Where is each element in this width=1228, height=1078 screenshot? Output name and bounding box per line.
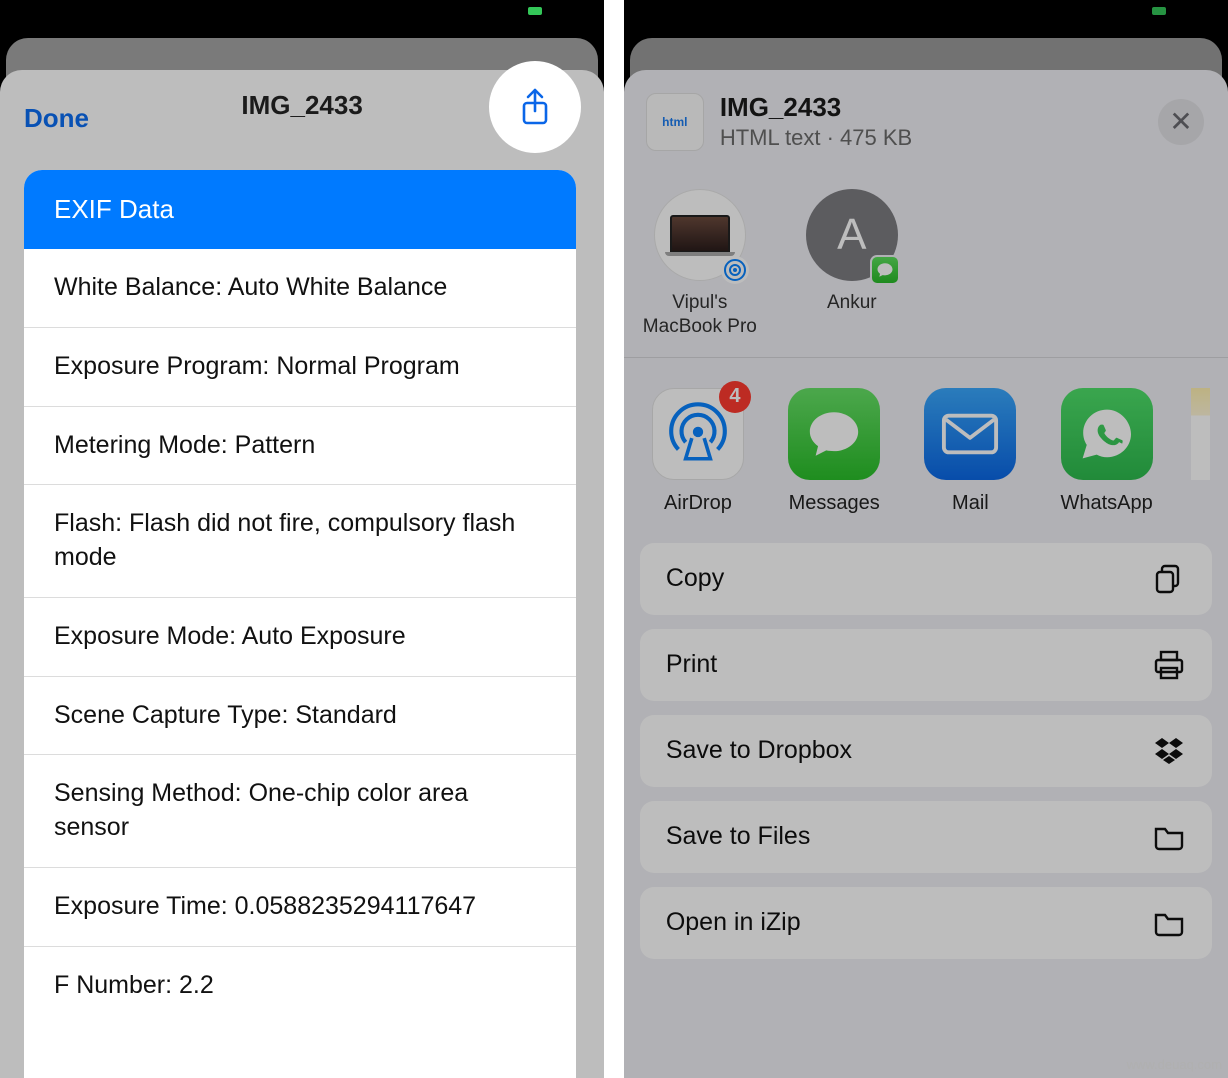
app-messages[interactable]: Messages — [782, 388, 886, 515]
action-label: Save to Files — [666, 822, 811, 851]
detail-sheet: Done IMG_2433 EXIF Data White Balance: A — [0, 70, 604, 1078]
whatsapp-icon — [1061, 388, 1153, 480]
done-button[interactable]: Done — [24, 103, 89, 134]
airdrop-badge-icon — [721, 256, 749, 284]
status-indicator — [528, 7, 542, 15]
left-screenshot: Done IMG_2433 EXIF Data White Balance: A — [0, 0, 604, 1078]
file-subtitle: HTML text · 475 KB — [720, 125, 1158, 151]
copy-icon — [1152, 562, 1186, 596]
exif-panel: EXIF Data White Balance: Auto White Bala… — [24, 170, 576, 1078]
messages-badge-icon — [870, 255, 900, 285]
right-screenshot: html IMG_2433 HTML text · 475 KB ✕ — [624, 0, 1228, 1078]
contact-avatar: A — [806, 189, 898, 281]
watermark: www.deuaq.com — [1127, 1057, 1222, 1072]
exif-row: Scene Capture Type: Standard — [24, 677, 576, 756]
share-sheet: html IMG_2433 HTML text · 475 KB ✕ — [624, 70, 1228, 1078]
action-print[interactable]: Print — [640, 629, 1212, 701]
exif-row: Sensing Method: One-chip color area sens… — [24, 755, 576, 868]
action-label: Copy — [666, 564, 724, 593]
status-bar — [0, 0, 604, 24]
file-thumbnail: html — [646, 93, 704, 151]
app-whatsapp[interactable]: WhatsApp — [1054, 388, 1158, 515]
share-apps: 4 AirDrop Messages — [624, 358, 1228, 529]
airdrop-target-mac[interactable]: Vipul's MacBook Pro — [642, 189, 758, 339]
action-label: Open in iZip — [666, 908, 801, 937]
airdrop-target-label: Vipul's MacBook Pro — [643, 291, 757, 339]
mail-icon — [924, 388, 1016, 480]
action-open-izip[interactable]: Open in iZip — [640, 887, 1212, 959]
notification-badge: 4 — [719, 381, 751, 413]
app-airdrop[interactable]: 4 AirDrop — [646, 388, 750, 515]
app-label: Messages — [789, 492, 880, 515]
dropbox-icon — [1152, 734, 1186, 768]
airdrop-icon: 4 — [652, 388, 744, 480]
folder-icon — [1152, 906, 1186, 940]
messages-icon — [788, 388, 880, 480]
close-button[interactable]: ✕ — [1158, 99, 1204, 145]
app-label: AirDrop — [664, 492, 732, 515]
exif-row: F Number: 2.2 — [24, 947, 576, 1025]
exif-row: Metering Mode: Pattern — [24, 407, 576, 486]
file-name: IMG_2433 — [720, 92, 1158, 123]
exif-row: Exposure Mode: Auto Exposure — [24, 598, 576, 677]
app-label: Mail — [952, 492, 989, 515]
notes-icon — [1191, 388, 1210, 480]
folder-icon — [1152, 820, 1186, 854]
macbook-icon — [665, 215, 735, 256]
action-copy[interactable]: Copy — [640, 543, 1212, 615]
app-mail[interactable]: Mail — [918, 388, 1022, 515]
exif-row: Exposure Time: 0.0588235294117647 — [24, 868, 576, 947]
share-icon — [519, 87, 551, 127]
share-button[interactable] — [492, 64, 578, 150]
action-save-files[interactable]: Save to Files — [640, 801, 1212, 873]
status-indicator — [1152, 7, 1166, 15]
action-label: Print — [666, 650, 717, 679]
exif-row: White Balance: Auto White Balance — [24, 249, 576, 328]
app-next[interactable] — [1191, 388, 1210, 515]
app-label: WhatsApp — [1060, 492, 1152, 515]
airdrop-target-label: Ankur — [827, 291, 877, 315]
status-bar — [624, 0, 1228, 24]
action-label: Save to Dropbox — [666, 736, 852, 765]
exif-row: Flash: Flash did not fire, compulsory fl… — [24, 485, 576, 598]
exif-header: EXIF Data — [24, 170, 576, 249]
airdrop-target-contact[interactable]: A Ankur — [794, 189, 910, 339]
exif-row: Exposure Program: Normal Program — [24, 328, 576, 407]
airdrop-targets: Vipul's MacBook Pro A Ankur — [624, 161, 1228, 357]
action-save-dropbox[interactable]: Save to Dropbox — [640, 715, 1212, 787]
close-icon: ✕ — [1169, 105, 1192, 138]
print-icon — [1152, 648, 1186, 682]
